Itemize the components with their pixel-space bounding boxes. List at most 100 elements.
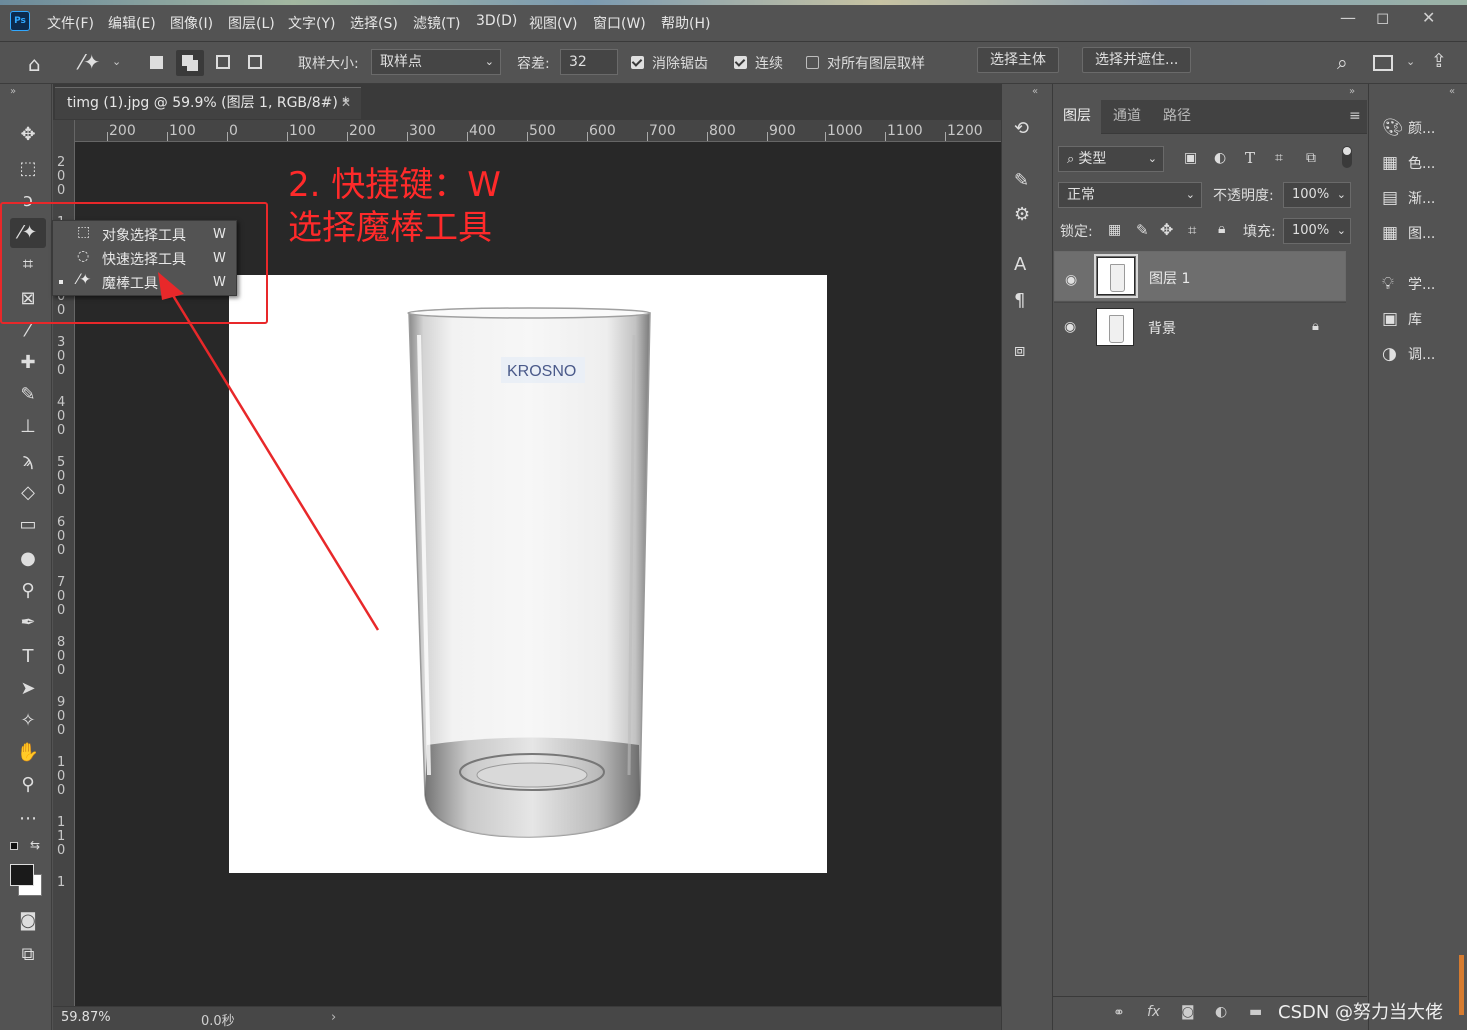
right-panel-item[interactable]: ▤ 渐... — [1382, 188, 1435, 208]
eye-icon[interactable]: ◉ — [1064, 319, 1076, 335]
right-panel-item[interactable]: ▣ 库 — [1382, 309, 1422, 329]
lock-position-icon[interactable]: ✥ — [1160, 220, 1173, 239]
shape-tool-icon[interactable]: ✧ — [10, 706, 46, 736]
hand-tool-icon[interactable]: ✋ — [10, 738, 46, 768]
brush-tool-icon[interactable]: ✎ — [10, 380, 46, 410]
intersect-selection-icon[interactable] — [248, 55, 262, 69]
folder-icon[interactable]: ▬ — [1249, 1004, 1262, 1020]
menu-item[interactable]: 文件(F) — [47, 13, 94, 33]
eye-icon[interactable]: ◉ — [1065, 268, 1077, 292]
blur-tool-icon[interactable]: ● — [10, 544, 46, 574]
add-selection-icon[interactable] — [176, 50, 204, 76]
document-tab[interactable]: timg (1).jpg @ 59.9% (图层 1, RGB/8#) * ✕ — [55, 87, 361, 119]
right-panel-item[interactable]: ▦ 图... — [1382, 223, 1435, 243]
opacity-input[interactable]: 100% ⌄ — [1283, 182, 1351, 208]
filter-toggle[interactable] — [1342, 146, 1352, 168]
chevron-right-icon[interactable]: › — [331, 1010, 336, 1025]
tab-channels[interactable]: 通道 — [1103, 100, 1151, 134]
menu-item[interactable]: 图像(I) — [170, 13, 213, 33]
gradient-tool-icon[interactable]: ▭ — [10, 510, 46, 540]
select-and-mask-button[interactable]: 选择并遮住... — [1082, 47, 1192, 73]
menu-item[interactable]: 窗口(W) — [593, 13, 646, 33]
right-panel-item[interactable]: ◑ 调... — [1382, 344, 1435, 364]
3d-panel-icon[interactable]: ⧈ — [1014, 340, 1025, 361]
more-tools-icon[interactable]: ⋯ — [10, 804, 46, 834]
marquee-tool-icon[interactable]: ⬚ — [10, 154, 46, 184]
chevron-down-icon[interactable]: ⌄ — [112, 55, 121, 68]
lock-transparency-icon[interactable]: ▦ — [1108, 222, 1121, 238]
flyout-item[interactable]: ⬚ 对象选择工具 W — [53, 222, 236, 246]
swap-colors-icon[interactable]: ⇆ — [30, 838, 40, 852]
chevron-down-icon[interactable]: ⌄ — [1406, 55, 1415, 68]
new-selection-icon[interactable] — [150, 56, 163, 69]
menu-item[interactable]: 滤镜(T) — [413, 13, 460, 33]
tab-paths[interactable]: 路径 — [1153, 100, 1201, 134]
magic-wand-preset-icon[interactable]: ⁄✦ — [80, 50, 100, 74]
lock-artboard-icon[interactable]: ⌗ — [1188, 221, 1196, 239]
pen-tool-icon[interactable]: ✒ — [10, 608, 46, 638]
collapse-icon[interactable]: » — [10, 86, 16, 97]
menu-item[interactable]: 文字(Y) — [288, 13, 335, 33]
dodge-tool-icon[interactable]: ⚲ — [10, 576, 46, 606]
adjust-panel-icon[interactable]: ⚙ — [1014, 204, 1030, 225]
stamp-tool-icon[interactable]: ⊥ — [10, 412, 46, 442]
layer-row[interactable]: ◉ 背景 🔒︎ — [1054, 302, 1346, 352]
menu-item[interactable]: 3D(D) — [476, 13, 517, 29]
filter-pixel-icon[interactable]: ▣ — [1184, 150, 1197, 166]
history-panel-icon[interactable]: ⟲ — [1014, 118, 1029, 139]
restore-button[interactable]: ◻ — [1376, 8, 1389, 27]
menu-item[interactable]: 编辑(E) — [108, 13, 156, 33]
collapse-icon[interactable]: « — [1449, 86, 1455, 97]
zoom-tool-icon[interactable]: ⚲ — [10, 770, 46, 800]
sample-all-layers-checkbox[interactable] — [806, 56, 819, 69]
lock-all-icon[interactable]: 🔒︎ — [1218, 221, 1225, 237]
character-panel-icon[interactable]: A — [1014, 254, 1026, 275]
layer-row[interactable]: ◉ 图层 1 — [1054, 251, 1346, 301]
filter-adjust-icon[interactable]: ◐ — [1214, 150, 1226, 166]
collapse-icon[interactable]: « — [1032, 86, 1038, 97]
flyout-item[interactable]: ◌ 快速选择工具 W — [53, 246, 236, 270]
menu-item[interactable]: 图层(L) — [228, 13, 275, 33]
move-tool-icon[interactable]: ✥ — [10, 120, 46, 150]
healing-brush-icon[interactable]: ✚ — [10, 348, 46, 378]
minimize-button[interactable]: — — [1340, 8, 1356, 27]
lock-paint-icon[interactable]: ✎ — [1136, 221, 1149, 239]
mask-icon[interactable]: ◙ — [1181, 1004, 1195, 1020]
type-tool-icon[interactable]: T — [10, 642, 46, 672]
right-panel-item[interactable]: ▦ 色... — [1382, 153, 1435, 173]
fill-input[interactable]: 100% ⌄ — [1283, 218, 1351, 244]
fx-icon[interactable]: fx — [1147, 1004, 1160, 1020]
tolerance-input[interactable]: 32 — [560, 49, 618, 75]
contiguous-checkbox[interactable] — [734, 56, 747, 69]
close-tab-icon[interactable]: ✕ — [341, 88, 351, 118]
zoom-level[interactable]: 59.87% — [61, 1010, 111, 1025]
menu-item[interactable]: 帮助(H) — [661, 13, 710, 33]
subtract-selection-icon[interactable] — [216, 55, 230, 69]
foreground-color-swatch[interactable] — [10, 864, 34, 886]
filter-shape-icon[interactable]: ⌗ — [1275, 150, 1283, 166]
layer-filter-select[interactable]: ⌕ 类型 ⌄ — [1058, 146, 1164, 172]
brush-settings-icon[interactable]: ✎ — [1014, 170, 1029, 191]
eraser-tool-icon[interactable]: ◇ — [10, 478, 46, 508]
menu-item[interactable]: 选择(S) — [350, 13, 398, 33]
paragraph-panel-icon[interactable]: ¶ — [1014, 290, 1025, 311]
select-subject-button[interactable]: 选择主体 — [977, 47, 1059, 73]
home-icon[interactable]: ⌂ — [28, 52, 41, 76]
share-icon[interactable]: ⇪ — [1431, 50, 1447, 72]
search-icon[interactable]: ⌕ — [1337, 52, 1348, 74]
history-brush-icon[interactable]: ϡ — [10, 446, 46, 476]
path-selection-icon[interactable]: ➤ — [10, 674, 46, 704]
collapse-icon[interactable]: » — [1349, 86, 1355, 97]
adjustment-layer-icon[interactable]: ◐ — [1215, 1004, 1227, 1020]
anti-alias-checkbox[interactable] — [631, 56, 644, 69]
scroll-indicator[interactable] — [1459, 955, 1464, 1015]
quick-mask-icon[interactable]: ◙ — [10, 906, 46, 936]
filter-type-icon[interactable]: T — [1245, 149, 1255, 167]
right-panel-item[interactable]: 💡︎ 学... — [1382, 274, 1435, 294]
workspace-icon[interactable] — [1373, 55, 1393, 71]
link-layers-icon[interactable]: ⚭ — [1113, 1005, 1125, 1021]
blend-mode-select[interactable]: 正常 ⌄ — [1058, 182, 1202, 208]
panel-menu-icon[interactable]: ≡ — [1349, 108, 1361, 124]
filter-smart-icon[interactable]: ⧉ — [1306, 150, 1316, 166]
close-button[interactable]: ✕ — [1422, 8, 1435, 27]
